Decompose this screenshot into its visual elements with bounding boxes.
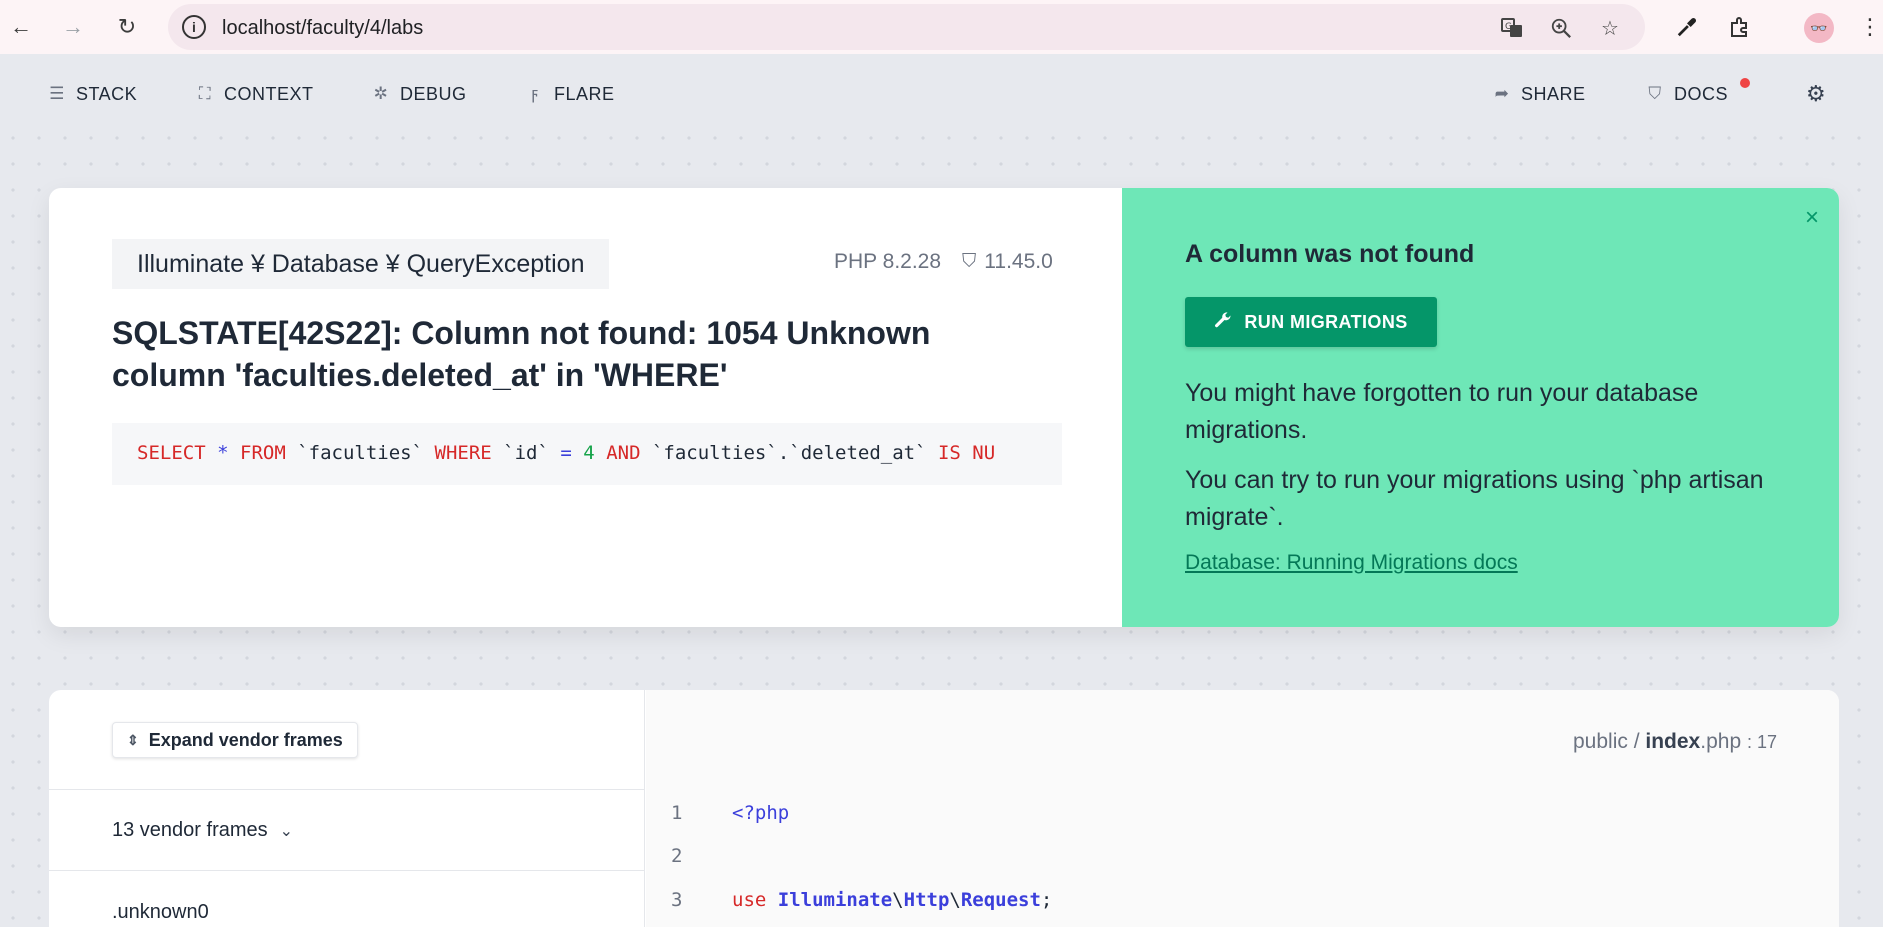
- code-text: <?php: [732, 802, 790, 824]
- file-ext: .php: [1700, 730, 1742, 753]
- tab-stack[interactable]: ☰ STACK: [48, 80, 137, 108]
- line-number: 3: [671, 889, 683, 911]
- site-info-icon[interactable]: i: [182, 15, 206, 39]
- tab-debug[interactable]: ✲ DEBUG: [372, 80, 467, 108]
- file-name: index: [1645, 730, 1701, 753]
- expand-vendor-frames-button[interactable]: ⇕ Expand vendor frames: [112, 722, 358, 758]
- code-line: 1 <?php: [646, 796, 1839, 832]
- sql-token: FROM: [240, 442, 286, 464]
- code-namespace: Http: [903, 889, 950, 911]
- docs-notification-dot: [1740, 78, 1750, 88]
- vendor-frames-label: 13 vendor frames: [112, 819, 268, 841]
- code-viewer: public / index.php : 17 1 <?php 2 3 use …: [646, 690, 1839, 927]
- zoom-icon[interactable]: [1547, 14, 1575, 42]
- code-line: 3 use Illuminate\Http\Request;: [646, 883, 1839, 919]
- share-button[interactable]: ➦ SHARE: [1493, 80, 1586, 108]
- gear-icon: ⚙: [1806, 81, 1827, 106]
- code-separator: \: [949, 889, 961, 911]
- share-label: SHARE: [1521, 83, 1586, 104]
- svg-text:G: G: [1505, 22, 1512, 32]
- solution-hint: You can try to run your migrations using…: [1185, 466, 1764, 531]
- divider: [49, 789, 645, 790]
- address-bar[interactable]: i localhost/faculty/4/labs G ☆: [168, 4, 1645, 50]
- php-version: PHP 8.2.28: [834, 250, 942, 273]
- code-text: use Illuminate\Http\Request;: [732, 889, 1052, 911]
- share-icon: ➦: [1494, 84, 1510, 103]
- bookmark-star-icon[interactable]: ☆: [1596, 14, 1624, 42]
- solution-description: You might have forgotten to run your dat…: [1185, 379, 1699, 444]
- divider: [49, 870, 645, 871]
- solution-title: A column was not found: [1185, 240, 1475, 268]
- stack-trace-card: ⇕ Expand vendor frames 13 vendor frames …: [49, 690, 1839, 927]
- browser-menu-icon[interactable]: ⋮: [1859, 12, 1881, 42]
- tab-flare-label: FLARE: [554, 83, 615, 104]
- code-line: 2: [646, 839, 1839, 875]
- chevron-down-icon: ⌄: [279, 822, 294, 840]
- profile-avatar[interactable]: 👓: [1804, 13, 1834, 43]
- reload-icon[interactable]: ↻: [112, 12, 142, 42]
- line-number: 1: [671, 802, 683, 824]
- sql-token: WHERE: [434, 442, 492, 464]
- error-card: Illuminate ¥ Database ¥ QueryException P…: [49, 188, 1839, 627]
- run-migrations-button[interactable]: RUN MIGRATIONS: [1185, 297, 1437, 347]
- forward-icon[interactable]: →: [58, 12, 88, 42]
- laravel-icon: ⛉: [1648, 84, 1662, 103]
- error-page-toolbar: ☰ STACK ⛶ CONTEXT ✲ DEBUG ϝ FLARE ➦ SHAR…: [0, 64, 1883, 124]
- tab-stack-label: STACK: [76, 83, 138, 104]
- settings-button[interactable]: ⚙: [1806, 80, 1827, 108]
- exception-class: Illuminate ¥ Database ¥ QueryException: [112, 239, 610, 289]
- file-dir: public /: [1573, 730, 1640, 753]
- sql-token: 4: [583, 442, 595, 464]
- browser-toolbar: ← → ↻ i localhost/faculty/4/labs G ☆ 👓 ⋮: [0, 0, 1883, 54]
- laravel-logo-icon: ⛉: [962, 251, 977, 272]
- laravel-version: ⛉ 11.45.0: [962, 250, 1053, 274]
- sql-token: `faculties`.`deleted_at`: [651, 442, 927, 464]
- tab-context-label: CONTEXT: [224, 83, 314, 104]
- sql-token: `faculties`: [297, 442, 424, 464]
- translate-icon[interactable]: G: [1498, 14, 1526, 42]
- sql-token: SELECT: [137, 442, 206, 464]
- file-path[interactable]: public / index.php : 17: [1573, 730, 1777, 754]
- back-icon[interactable]: ←: [6, 12, 36, 42]
- migrations-docs-link[interactable]: Database: Running Migrations docs: [1185, 551, 1518, 575]
- url-text[interactable]: localhost/faculty/4/labs: [222, 17, 423, 40]
- code-class: Request: [960, 889, 1041, 911]
- frames-list: ⇕ Expand vendor frames 13 vendor frames …: [49, 690, 645, 927]
- expand-corners-icon: ⛶: [198, 84, 212, 103]
- eyedropper-icon[interactable]: [1672, 12, 1702, 42]
- code-namespace: Illuminate: [777, 889, 893, 911]
- tab-debug-label: DEBUG: [400, 83, 467, 104]
- line-number: 2: [671, 845, 683, 867]
- frame-item[interactable]: .unknown0: [112, 901, 209, 924]
- sql-token: `id`: [503, 442, 549, 464]
- sql-fade: [1002, 423, 1062, 485]
- code-keyword: use: [732, 889, 767, 911]
- code-punct: ;: [1040, 889, 1053, 911]
- sql-token: =: [560, 442, 572, 464]
- solution-panel: × A column was not found RUN MIGRATIONS …: [1122, 188, 1839, 627]
- wrench-icon: [1214, 311, 1232, 334]
- run-migrations-label: RUN MIGRATIONS: [1244, 311, 1408, 332]
- sql-token: *: [217, 442, 229, 464]
- laravel-version-text: 11.45.0: [984, 250, 1053, 273]
- docs-button[interactable]: ⛉ DOCS: [1646, 80, 1728, 108]
- file-line-number: : 17: [1746, 732, 1777, 752]
- vendor-frames-toggle[interactable]: 13 vendor frames ⌄: [112, 819, 293, 842]
- sql-query: SELECT * FROM `faculties` WHERE `id` = 4…: [112, 423, 1062, 485]
- chevron-up-down-icon: ⇕: [127, 731, 139, 748]
- bug-icon: ✲: [373, 84, 389, 103]
- extensions-icon[interactable]: [1725, 12, 1755, 42]
- tab-flare[interactable]: ϝ FLARE: [526, 80, 615, 108]
- flare-icon: ϝ: [531, 84, 539, 103]
- close-icon[interactable]: ×: [1805, 204, 1819, 232]
- list-icon: ☰: [49, 84, 65, 103]
- sql-token: IS NU: [937, 442, 996, 464]
- tab-context[interactable]: ⛶ CONTEXT: [196, 80, 314, 108]
- code-separator: \: [892, 889, 904, 911]
- docs-label: DOCS: [1674, 83, 1729, 104]
- error-message: SQLSTATE[42S22]: Column not found: 1054 …: [112, 315, 931, 393]
- expand-vendor-frames-label: Expand vendor frames: [148, 729, 343, 750]
- sql-token: AND: [606, 442, 641, 464]
